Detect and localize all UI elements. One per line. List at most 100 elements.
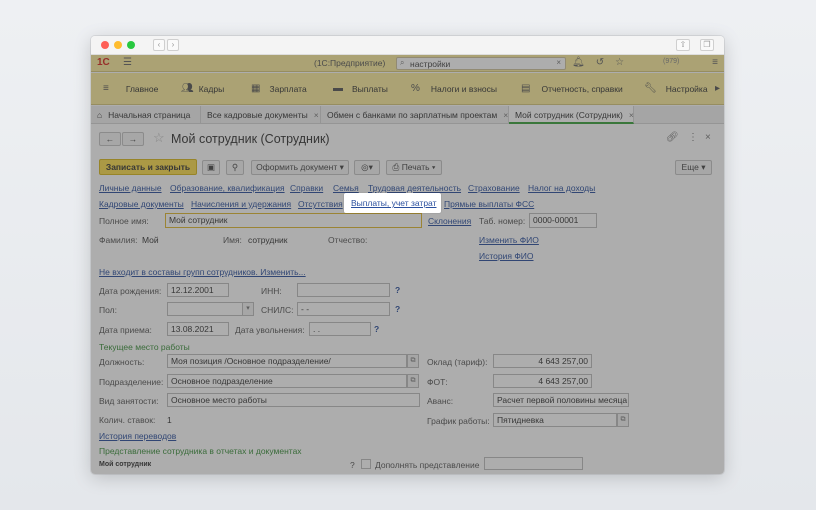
chevron-down-icon[interactable]: ▾ — [242, 302, 254, 316]
inn-field[interactable] — [297, 283, 390, 297]
maximize-window-button[interactable] — [127, 41, 135, 49]
sections-scroll-right[interactable]: ▸ — [715, 83, 720, 94]
inn-help[interactable]: ? — [395, 285, 400, 295]
forward-button[interactable]: → — [122, 132, 144, 146]
close-window-button[interactable] — [101, 41, 109, 49]
fot-field[interactable]: 4 643 257,00 — [493, 374, 592, 388]
header-icons: 🔔︎ ↺ ☆ — [572, 57, 624, 68]
payments-icon: ▬ — [333, 83, 343, 94]
open-icon[interactable]: ⧉ — [407, 374, 419, 388]
1c-logo: 1С — [97, 57, 110, 68]
link-fss-payments[interactable]: Прямые выплаты ФСС — [444, 199, 534, 209]
tab-number-field[interactable]: 0000-00001 — [529, 213, 597, 228]
section-reports[interactable]: ▤ Отчетность, справки — [521, 83, 623, 94]
position-field[interactable]: Моя позиция /Основное подразделение/ — [167, 354, 407, 368]
gender-label: Пол: — [99, 305, 117, 315]
tab-home[interactable]: ⌂ Начальная страница — [91, 106, 201, 124]
hire-date-field[interactable]: 13.08.2021 — [167, 322, 229, 336]
print-button[interactable]: ⎙ Печать ▾ — [386, 160, 442, 175]
settings-menu-icon[interactable]: ≡ — [712, 57, 718, 68]
link-hr-docs[interactable]: Кадровые документы — [99, 199, 184, 209]
birth-date-field[interactable]: 12.12.2001 — [167, 283, 229, 297]
close-form-icon[interactable]: × — [705, 132, 711, 143]
link-absences[interactable]: Отсутствия — [298, 199, 343, 209]
close-tab-icon[interactable]: × — [629, 110, 634, 120]
close-tab-icon[interactable]: × — [314, 110, 319, 120]
minimize-window-button[interactable] — [114, 41, 122, 49]
employment-type-label: Вид занятости: — [99, 396, 159, 406]
snils-field[interactable]: - - — [297, 302, 390, 316]
open-icon[interactable]: ⧉ — [407, 354, 419, 368]
back-arrow-icon[interactable]: ‹ — [153, 39, 165, 51]
link-insurance[interactable]: Страхование — [468, 183, 520, 193]
more-vertical-icon[interactable]: ⋮ — [688, 132, 698, 143]
favorite-star-icon[interactable]: ☆ — [153, 130, 165, 146]
share-icon[interactable]: ⇧ — [676, 39, 690, 51]
link-accruals[interactable]: Начисления и удержания — [191, 199, 291, 209]
representation-help[interactable]: ? — [350, 460, 355, 470]
forward-arrow-icon[interactable]: › — [167, 39, 179, 51]
supplement-field[interactable] — [484, 457, 583, 470]
link-icon[interactable]: 🔗︎ — [666, 132, 679, 143]
full-name-field[interactable]: Мой сотрудник — [165, 213, 422, 228]
supplement-checkbox[interactable] — [361, 459, 371, 469]
clear-icon[interactable]: × — [556, 58, 561, 67]
position-label: Должность: — [99, 357, 145, 367]
make-document-button[interactable]: Оформить документ ▾ — [251, 160, 349, 175]
back-button[interactable]: ← — [99, 132, 121, 146]
tab-employee[interactable]: Мой сотрудник (Сотрудник) × — [509, 106, 634, 124]
wrench-icon: 🔧︎ — [644, 83, 657, 94]
representation-value: Мой сотрудник — [99, 461, 152, 468]
groups-link[interactable]: Не входит в составы групп сотрудников. И… — [99, 267, 306, 277]
menu-icon[interactable]: ☰ — [123, 57, 132, 68]
schedule-field[interactable]: Пятидневка — [493, 413, 617, 427]
save-icon[interactable]: ▣ — [202, 160, 220, 175]
work-section-title: Текущее место работы — [99, 342, 190, 352]
link-income-tax[interactable]: Налог на доходы — [528, 183, 595, 193]
fot-label: ФОТ: — [427, 377, 448, 387]
section-taxes[interactable]: % Налоги и взносы — [411, 83, 497, 94]
link-work-activity[interactable]: Трудовая деятельность — [368, 183, 461, 193]
tab-hr-documents[interactable]: Все кадровые документы × — [201, 106, 321, 124]
link-payments-costs[interactable]: Выплаты, учет затрат — [351, 198, 436, 208]
more-button[interactable]: Еще ▾ — [675, 160, 712, 175]
advance-field[interactable]: Расчет первой половины месяца — [493, 393, 629, 407]
link-personal-data[interactable]: Личные данные — [99, 183, 162, 193]
save-close-button[interactable]: Записать и закрыть — [99, 159, 197, 175]
history-icon[interactable]: ↺ — [596, 57, 604, 68]
create-based-icon[interactable]: ◎▾ — [354, 160, 380, 175]
link-family[interactable]: Семья — [333, 183, 359, 193]
rates-value: 1 — [167, 415, 172, 425]
transfers-history-link[interactable]: История переводов — [99, 431, 176, 441]
close-tab-icon[interactable]: × — [503, 110, 508, 120]
highlighted-link-container: Выплаты, учет затрат — [344, 193, 441, 213]
gender-select[interactable] — [167, 302, 243, 316]
star-icon[interactable]: ☆ — [615, 57, 624, 68]
salary-field[interactable]: 4 643 257,00 — [493, 354, 592, 368]
change-fio-link[interactable]: Изменить ФИО — [479, 235, 539, 245]
dismiss-help[interactable]: ? — [374, 324, 379, 334]
link-certificates[interactable]: Справки — [290, 183, 323, 193]
history-fio-link[interactable]: История ФИО — [479, 251, 534, 261]
link-education[interactable]: Образование, квалификация — [170, 183, 285, 193]
home-icon: ⌂ — [97, 110, 103, 120]
declensions-link[interactable]: Склонения — [428, 216, 471, 226]
attach-icon[interactable]: ⚲ — [226, 160, 244, 175]
snils-help[interactable]: ? — [395, 304, 400, 314]
open-icon[interactable]: ⧉ — [617, 413, 629, 427]
dept-field[interactable]: Основное подразделение — [167, 374, 407, 388]
section-settings[interactable]: 🔧︎ Настройка — [644, 83, 708, 94]
tab-bank-exchange[interactable]: Обмен с банками по зарплатным проектам × — [321, 106, 509, 124]
app-title: (1С:Предприятие) — [314, 58, 386, 68]
search-input[interactable]: ⌕ настройки × — [396, 57, 566, 70]
bell-icon[interactable]: 🔔︎ — [572, 57, 585, 68]
app-window: ‹ › ⇧ ❐ 1С ☰ (1С:Предприятие) ⌕ настройк… — [91, 36, 724, 474]
dismiss-date-field[interactable]: . . — [309, 322, 371, 336]
tabs-icon[interactable]: ❐ — [700, 39, 714, 51]
section-main[interactable]: ≡ Главное — [103, 83, 158, 94]
section-personnel[interactable]: 👥︎ Кадры — [181, 83, 224, 94]
browser-actions: ⇧ ❐ — [676, 39, 714, 51]
employment-type-field[interactable]: Основное место работы — [167, 393, 420, 407]
section-payments[interactable]: ▬ Выплаты — [333, 83, 388, 94]
section-salary[interactable]: ▦ Зарплата — [251, 83, 307, 94]
